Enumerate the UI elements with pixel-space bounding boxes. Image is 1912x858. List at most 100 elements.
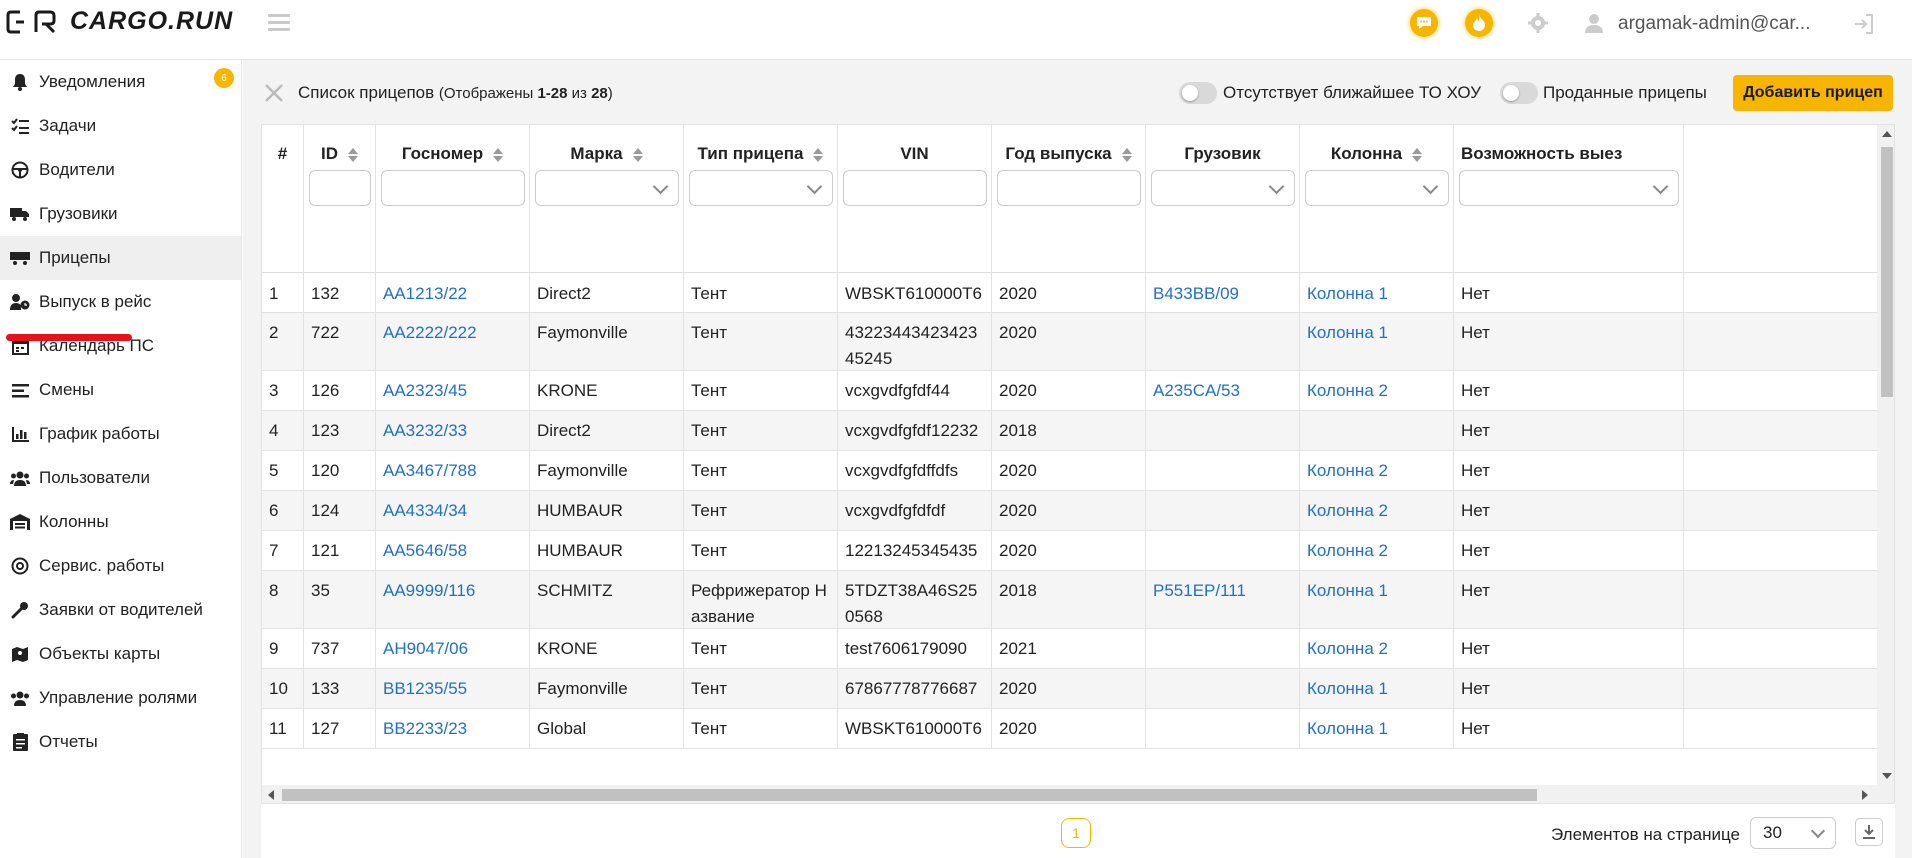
sidebar-item-dispatch[interactable]: Выпуск в рейс [0,280,241,324]
cell-departure: Нет [1454,371,1684,410]
cell-link-plate[interactable]: AA1213/22 [383,284,467,303]
column-header-year[interactable]: Год выпуска [992,125,1146,273]
horizontal-scrollbar[interactable] [262,785,1894,803]
cell-link-column[interactable]: Колонна 2 [1307,639,1388,658]
table-row[interactable]: 5 120 AA3467/788 Faymonville Тент vcxgvdfgfdf… [262,451,1894,491]
cell-link-column[interactable]: Колонна 1 [1307,323,1388,342]
cell-link-plate[interactable]: AA2323/45 [383,381,467,400]
add-trailer-button[interactable]: Добавить прицеп [1733,75,1893,111]
pagination-page-button[interactable]: 1 [1061,818,1091,848]
menu-toggle-icon[interactable] [268,14,290,32]
cell-link-plate[interactable]: AA3467/788 [383,461,477,480]
column-header-type[interactable]: Тип прицепа [684,125,838,273]
download-icon[interactable] [1855,818,1883,846]
table-row[interactable]: 6 124 AA4334/34 HUMBAUR Тент vcxgvdfgfdfdf 202… [262,491,1894,531]
sidebar-item-work-schedule[interactable]: График работы [0,412,241,456]
filter-select-departure[interactable] [1459,170,1679,206]
per-page-select[interactable]: 30 [1750,817,1836,849]
logout-icon[interactable] [1852,12,1876,36]
vertical-scrollbar[interactable] [1877,125,1894,785]
fire-icon[interactable] [1465,9,1493,37]
table-row[interactable]: 1 132 AA1213/22 Direct2 Тент WBSKT610000T6897… [262,273,1894,313]
scroll-up-icon[interactable] [1882,131,1892,137]
sidebar-item-users[interactable]: Пользователи [0,456,241,500]
vertical-scroll-thumb[interactable] [1881,147,1893,397]
sidebar-item-shifts[interactable]: Смены [0,368,241,412]
sort-icon[interactable] [1412,147,1423,163]
filter-select-brand[interactable] [535,170,679,206]
sold-trailers-toggle[interactable] [1500,82,1538,104]
sidebar-item-columns[interactable]: Колонны [0,500,241,544]
cell-link-column[interactable]: Колонна 2 [1307,501,1388,520]
scroll-right-icon[interactable] [1862,790,1868,800]
column-header-column[interactable]: Колонна [1300,125,1454,273]
table-row[interactable]: 10 133 BB1235/55 Faymonville Тент 67867778776… [262,669,1894,709]
sidebar-item-drivers[interactable]: Водители [0,148,241,192]
column-header-text: Марка [570,144,623,163]
cell-link-truck[interactable]: A235CA/53 [1153,381,1240,400]
filter-input-year[interactable] [997,170,1141,206]
sort-icon[interactable] [632,147,643,163]
sidebar-item-driver-requests[interactable]: Заявки от водителей [0,588,241,632]
table-row[interactable]: 11 127 BB2233/23 Global Тент WBSKT610000T6897… [262,709,1894,749]
cell-link-column[interactable]: Колонна 2 [1307,461,1388,480]
filter-input-vin[interactable] [843,170,987,206]
filter-input-id[interactable] [309,170,371,206]
sidebar-item-map-objects[interactable]: Объекты карты [0,632,241,676]
cell-link-plate[interactable]: AH9047/06 [383,639,468,658]
cell-link-column[interactable]: Колонна 1 [1307,284,1388,303]
sidebar-item-calendar[interactable]: Календарь ПС [0,324,241,368]
sort-icon[interactable] [493,147,504,163]
gear-icon[interactable] [1524,9,1552,37]
logo[interactable]: CARGO.RUN [6,7,233,36]
table-row[interactable]: 7 121 AA5646/58 HUMBAUR Тент 1221324534543543… [262,531,1894,571]
sidebar-item-reports[interactable]: Отчеты [0,720,241,764]
cell-link-truck[interactable]: P551EP/111 [1153,581,1246,600]
scroll-down-icon[interactable] [1882,773,1892,779]
sidebar-item-notifications[interactable]: Уведомления 6 [0,60,241,104]
cell-link-column[interactable]: Колонна 1 [1307,719,1388,738]
cell-link-column[interactable]: Колонна 2 [1307,541,1388,560]
user-name[interactable]: argamak-admin@car... [1618,13,1810,35]
table-row[interactable]: 3 126 AA2323/45 KRONE Тент vcxgvdfgfdf44 2020 A… [262,371,1894,411]
column-header-plate[interactable]: Госномер [376,125,530,273]
cell-link-plate[interactable]: BB1235/55 [383,679,467,698]
user-icon[interactable] [1580,9,1608,37]
cell-link-plate[interactable]: AA3232/33 [383,421,467,440]
sidebar-item-tasks[interactable]: Задачи [0,104,241,148]
filter-select-type[interactable] [689,170,833,206]
cell-link-column[interactable]: Колонна 1 [1307,581,1388,600]
cell-link-plate[interactable]: AA5646/58 [383,541,467,560]
sidebar-item-service[interactable]: Сервис. работы [0,544,241,588]
scroll-left-icon[interactable] [268,790,274,800]
table-row[interactable]: 8 35 AA9999/116 SCHMITZ Рефрижератор Названи… [262,571,1894,629]
filter-select-truck[interactable] [1151,170,1295,206]
sidebar-item-roles[interactable]: Управление ролями [0,676,241,720]
table-row[interactable]: 4 123 AA3232/33 Direct2 Тент vcxgvdfgfdf12232… [262,411,1894,451]
cell-link-plate[interactable]: AA9999/116 [383,581,475,600]
cell-link-column[interactable]: Колонна 1 [1307,679,1388,698]
sidebar-item-trailers[interactable]: Прицепы [0,236,241,280]
sort-icon[interactable] [813,147,824,163]
chat-icon[interactable] [1410,9,1438,37]
missing-maintenance-toggle[interactable] [1179,82,1217,104]
sidebar-item-trucks[interactable]: Грузовики [0,192,241,236]
table-row[interactable]: 9 737 AH9047/06 KRONE Тент test7606179090 2021… [262,629,1894,669]
cell-link-plate[interactable]: AA2222/222 [383,323,477,342]
filter-input-plate[interactable] [381,170,525,206]
sort-icon[interactable] [348,147,358,163]
column-header-id[interactable]: ID [304,125,376,273]
cell-link-plate[interactable]: BB2233/23 [383,719,467,738]
cell-link-truck[interactable]: B433BB/09 [1153,284,1239,303]
table-row[interactable]: 2 722 AA2222/222 Faymonville Тент 43223443423… [262,313,1894,371]
filter-select-column[interactable] [1305,170,1449,206]
sidebar-item-label: Водители [39,160,115,179]
sort-icon[interactable] [1121,147,1132,163]
cell-year: 2020 [992,313,1146,370]
cell-text: Тент [691,501,728,520]
close-icon[interactable] [263,82,285,104]
horizontal-scroll-thumb[interactable] [282,789,1537,801]
column-header-brand[interactable]: Марка [530,125,684,273]
cell-link-column[interactable]: Колонна 2 [1307,381,1388,400]
cell-link-plate[interactable]: AA4334/34 [383,501,467,520]
